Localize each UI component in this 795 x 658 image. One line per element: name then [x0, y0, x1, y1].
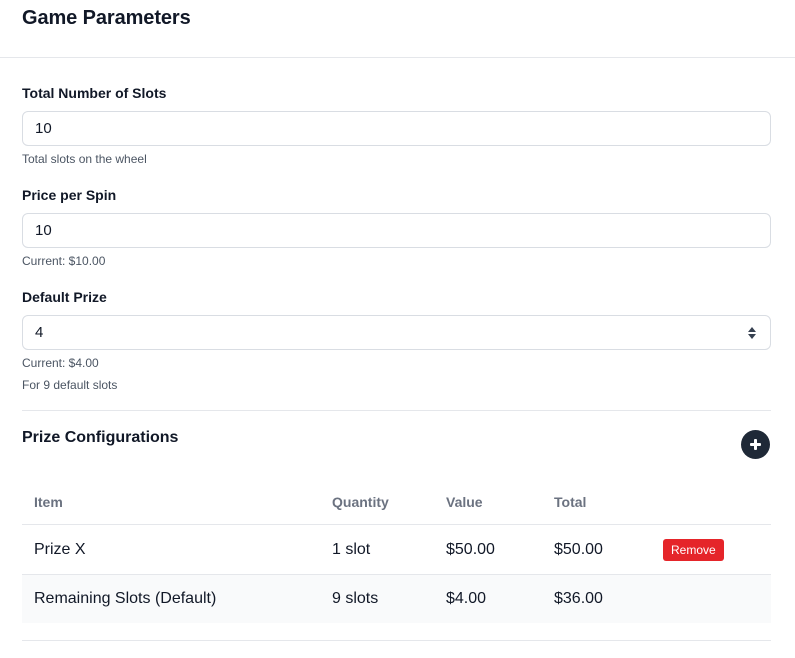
price-per-spin-hint: Current: $10.00 [22, 254, 106, 268]
row-item: Prize X [34, 541, 86, 558]
column-header-value: Value [446, 494, 483, 510]
default-prize-value: 4 [35, 324, 44, 341]
total-slots-value: 10 [35, 120, 52, 137]
row-quantity: 9 slots [332, 590, 379, 607]
row-value: $4.00 [446, 590, 487, 607]
page-title: Game Parameters [22, 7, 191, 29]
bottom-divider [22, 640, 771, 641]
row-total: $36.00 [554, 590, 603, 607]
number-stepper-icon[interactable] [747, 325, 756, 341]
table-header: Item Quantity Value Total [22, 480, 771, 525]
default-prize-label: Default Prize [22, 289, 107, 305]
column-header-total: Total [554, 494, 587, 510]
column-header-quantity: Quantity [332, 494, 389, 510]
row-total: $50.00 [554, 541, 603, 558]
row-value: $50.00 [446, 541, 495, 558]
prize-table: Item Quantity Value Total Prize X 1 slot… [22, 480, 771, 623]
section-divider [22, 410, 771, 411]
price-per-spin-value: 10 [35, 222, 52, 239]
stepper-down-icon[interactable] [747, 334, 756, 339]
price-per-spin-input[interactable]: 10 [22, 213, 771, 248]
total-slots-label: Total Number of Slots [22, 85, 167, 101]
row-item: Remaining Slots (Default) [34, 590, 217, 607]
row-quantity: 1 slot [332, 541, 371, 558]
page-header: Game Parameters [0, 0, 795, 58]
stepper-up-icon[interactable] [747, 327, 756, 332]
default-prize-slots-hint: For 9 default slots [22, 378, 118, 392]
remove-button[interactable]: Remove [663, 539, 724, 561]
add-prize-button[interactable] [741, 430, 770, 459]
default-prize-input[interactable]: 4 [22, 315, 771, 350]
table-row: Remaining Slots (Default) 9 slots $4.00 … [22, 575, 771, 623]
prize-config-title: Prize Configurations [22, 429, 179, 446]
column-header-item: Item [34, 494, 63, 510]
table-row: Prize X 1 slot $50.00 $50.00 Remove [22, 525, 771, 575]
default-prize-hint: Current: $4.00 [22, 356, 99, 370]
plus-icon-vertical [754, 439, 757, 450]
total-slots-hint: Total slots on the wheel [22, 152, 147, 166]
total-slots-input[interactable]: 10 [22, 111, 771, 146]
price-per-spin-label: Price per Spin [22, 187, 117, 203]
